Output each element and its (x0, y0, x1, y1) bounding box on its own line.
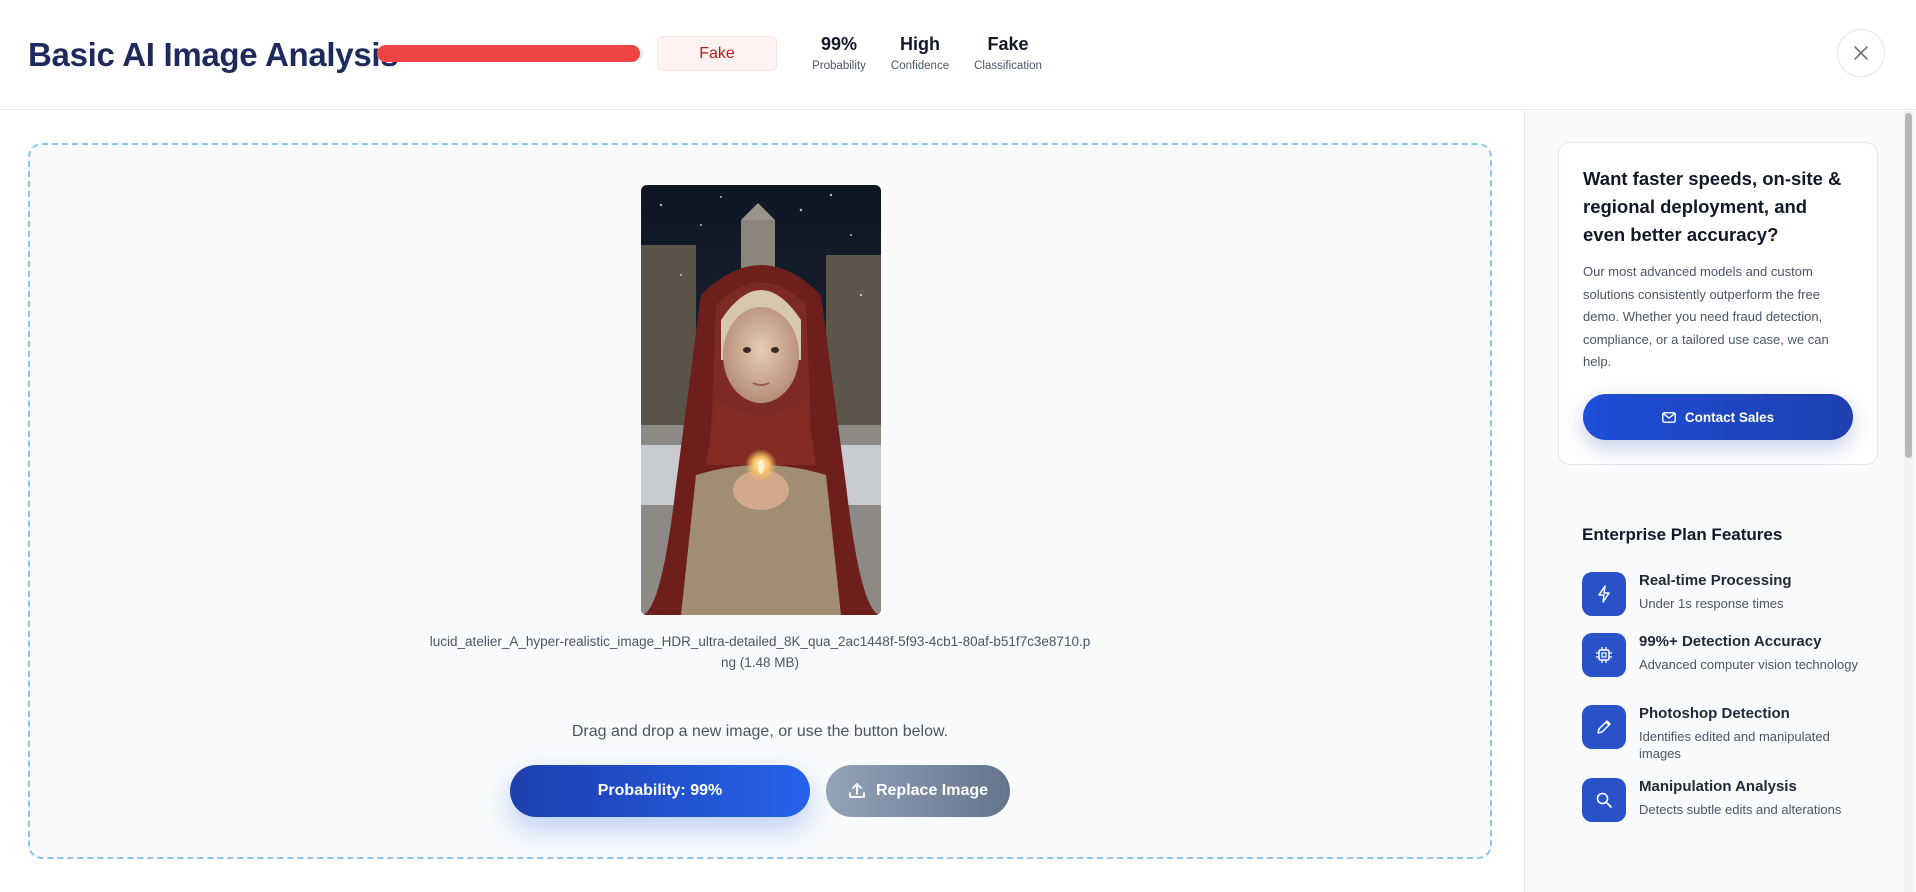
dropzone-hint: Drag and drop a new image, or use the bu… (571, 723, 949, 740)
mail-icon (1661, 411, 1676, 423)
contact-sales-label: Contact Sales (1684, 409, 1775, 425)
stat-confidence-value: High (900, 34, 940, 54)
stat-confidence: High Confidence (882, 34, 958, 72)
stat-confidence-label: Confidence (890, 60, 950, 72)
replace-image-button[interactable]: Replace Image (826, 765, 1010, 817)
stat-classification: Fake Classification (968, 34, 1048, 72)
image-dropzone[interactable]: lucid_atelier_A_hyper-realistic_image_HD… (28, 143, 1492, 859)
feature-title: Photoshop Detection (1639, 705, 1790, 722)
stat-classification-value: Fake (987, 34, 1029, 54)
main-panel: lucid_atelier_A_hyper-realistic_image_HD… (0, 111, 1523, 892)
close-icon (1854, 46, 1868, 60)
feature-title: Real-time Processing (1639, 572, 1792, 589)
pencil-icon (1582, 705, 1626, 749)
features-heading: Enterprise Plan Features (1582, 525, 1783, 544)
stat-probability: 99% Probability (804, 34, 874, 72)
sidebar-scrollbar[interactable] (1904, 111, 1913, 892)
replace-image-label: Replace Image (875, 782, 989, 799)
file-name-line-2: ng (1.48 MB) (720, 655, 800, 670)
stat-classification-label: Classification (974, 60, 1042, 72)
uploaded-image-art (641, 185, 881, 615)
feature-title: Manipulation Analysis (1639, 778, 1797, 795)
probability-bar-fill (377, 45, 641, 62)
contact-sales-button[interactable]: Contact Sales (1583, 394, 1853, 440)
probability-bar (377, 45, 643, 62)
magnifier-icon (1582, 778, 1626, 822)
right-sidebar: Want faster speeds, on-site & regional d… (1524, 111, 1916, 892)
lightning-icon (1582, 572, 1626, 616)
feature-desc: Identifies edited and manipulated images (1639, 729, 1830, 761)
sidebar-scroll-thumb[interactable] (1905, 113, 1912, 458)
probability-button[interactable]: Probability: 99% (510, 765, 810, 817)
file-name-line-1: lucid_atelier_A_hyper-realistic_image_HD… (429, 634, 1091, 649)
promo-card: Want faster speeds, on-site & regional d… (1558, 142, 1878, 465)
uploaded-image (641, 185, 881, 615)
top-header: Basic AI Image Analysis Fake 99% Probabi… (0, 0, 1916, 110)
classification-badge: Fake (657, 36, 777, 71)
feature-desc: Advanced computer vision technology (1639, 657, 1858, 672)
feature-desc: Detects subtle edits and alterations (1639, 802, 1842, 817)
feature-title: 99%+ Detection Accuracy (1639, 633, 1822, 650)
promo-text: Our most advanced models and custom solu… (1583, 264, 1829, 369)
stat-probability-label: Probability (812, 60, 866, 72)
file-name-text: lucid_atelier_A_hyper-realistic_image_HD… (410, 631, 1110, 673)
feature-desc: Under 1s response times (1639, 596, 1784, 611)
close-button[interactable] (1837, 29, 1885, 77)
page-title: Basic AI Image Analysis (28, 36, 399, 73)
promo-title: Want faster speeds, on-site & regional d… (1583, 168, 1842, 245)
chip-icon (1582, 633, 1626, 677)
upload-icon (849, 783, 865, 798)
probability-button-label: Probability: 99% (597, 782, 723, 799)
stat-probability-value: 99% (820, 34, 858, 54)
